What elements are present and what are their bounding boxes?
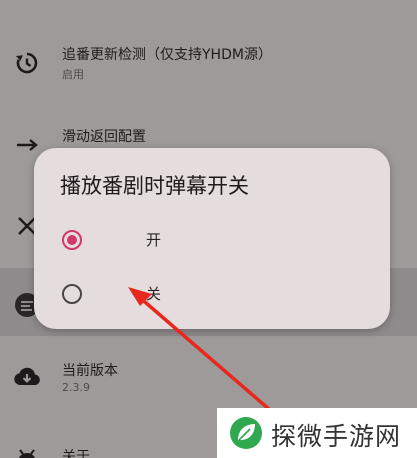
watermark: 探微手游网: [217, 408, 417, 458]
leaf-logo-icon: [230, 417, 262, 449]
annotation-arrow: [128, 287, 272, 412]
watermark-text: 探微手游网: [271, 422, 402, 451]
screen: 追番更新检测（仅支持YHDM源） 启用 滑动返回配置 当前版本 2.3.9 关于…: [0, 0, 417, 458]
